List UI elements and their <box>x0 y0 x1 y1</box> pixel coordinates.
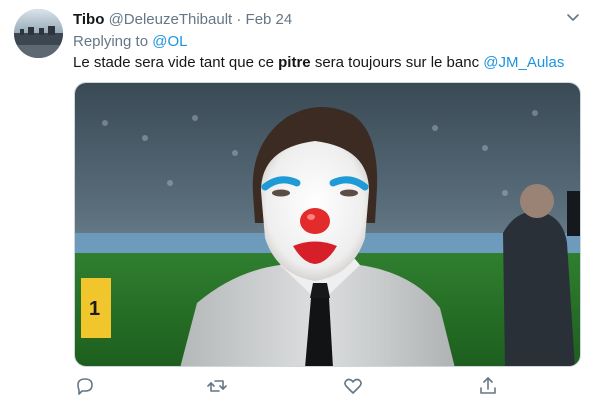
tweet-photo[interactable]: 1 <box>74 82 581 367</box>
tweet-text-mention[interactable]: @JM_Aulas <box>483 54 564 71</box>
replying-mention[interactable]: @OL <box>152 33 187 50</box>
chevron-down-icon[interactable] <box>566 11 580 25</box>
replying-prefix: Replying to <box>73 33 149 50</box>
tweet-text: Le stade sera vide tant que ce pitre ser… <box>73 54 564 72</box>
tweet-text-before: Le stade sera vide tant que ce <box>73 54 279 71</box>
tweet-text-bold: pitre <box>278 54 311 71</box>
tweet-header: Tibo @DeleuzeThibault · Feb 24 <box>73 11 292 29</box>
svg-text:1: 1 <box>89 298 100 320</box>
share-icon[interactable] <box>477 375 499 397</box>
replying-to: Replying to @OL <box>73 33 187 51</box>
like-icon[interactable] <box>342 375 364 397</box>
tweet-actions <box>74 375 581 399</box>
tweet-text-middle: sera toujours sur le banc <box>310 54 484 71</box>
separator-dot: · <box>236 11 242 28</box>
tweet-date[interactable]: Feb 24 <box>246 11 293 28</box>
tweet[interactable]: Tibo @DeleuzeThibault · Feb 24 Replying … <box>0 0 597 407</box>
user-handle[interactable]: @DeleuzeThibault <box>109 11 233 28</box>
user-avatar[interactable] <box>14 9 63 58</box>
retweet-icon[interactable] <box>206 375 228 397</box>
reply-icon[interactable] <box>74 375 96 397</box>
display-name[interactable]: Tibo <box>73 11 104 28</box>
